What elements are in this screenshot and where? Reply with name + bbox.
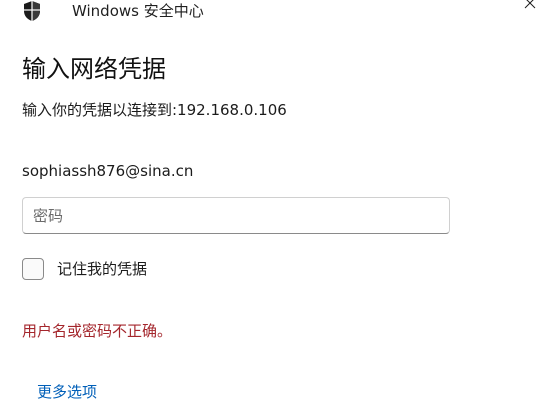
remember-credentials-checkbox[interactable]: [22, 258, 44, 280]
connection-target-text: 输入你的凭据以连接到:192.168.0.106: [22, 101, 287, 119]
shield-icon: [22, 0, 42, 22]
error-message: 用户名或密码不正确。: [22, 322, 173, 340]
password-input[interactable]: [22, 197, 450, 234]
title-bar: Windows 安全中心: [0, 0, 553, 26]
remember-credentials-label: 记住我的凭据: [57, 260, 148, 278]
username-display: sophiassh876@sina.cn: [22, 162, 194, 180]
credential-dialog: Windows 安全中心 输入网络凭据 输入你的凭据以连接到:192.168.0…: [0, 0, 553, 400]
close-button[interactable]: [507, 0, 553, 22]
dialog-heading: 输入网络凭据: [22, 55, 166, 83]
more-options-link[interactable]: 更多选项: [37, 382, 97, 400]
app-title: Windows 安全中心: [72, 2, 204, 20]
